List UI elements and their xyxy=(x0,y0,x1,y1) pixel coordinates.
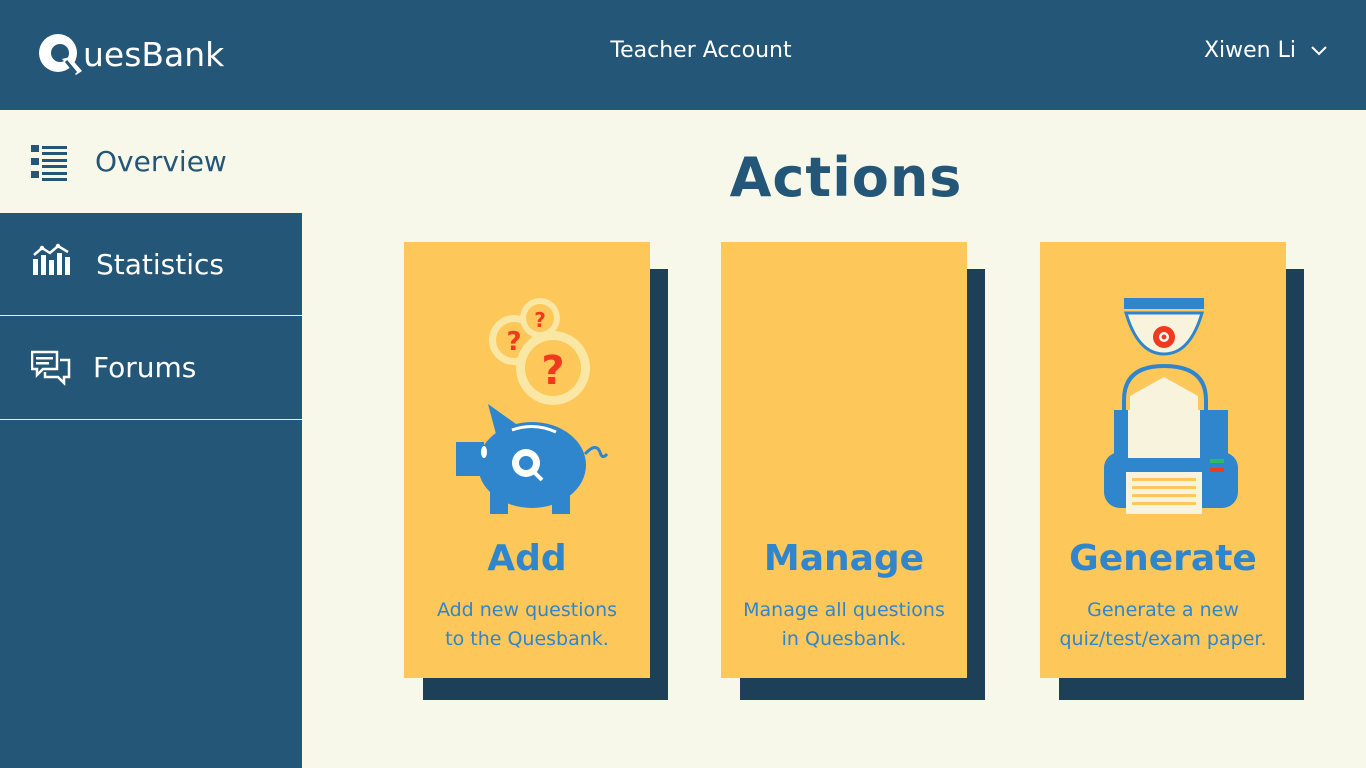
piggy-bank-icon: ? ? ? xyxy=(456,298,609,514)
sidebar-divider xyxy=(0,419,302,420)
list-icon xyxy=(31,145,67,181)
sidebar-item-label: Statistics xyxy=(96,248,224,281)
chat-icon xyxy=(31,350,71,386)
svg-text:?: ? xyxy=(506,327,521,357)
chart-icon xyxy=(33,243,70,275)
sidebar-item-label: Forums xyxy=(93,351,197,384)
manage-card-wrapper: Manage Manage all questions in Quesbank. xyxy=(721,242,985,700)
add-card-wrapper: ? ? ? Add Add new questions to the Quesb… xyxy=(404,242,668,700)
svg-text:?: ? xyxy=(541,348,564,394)
quesbank-logo[interactable]: uesBank xyxy=(36,28,224,80)
sidebar-item-overview[interactable]: Overview xyxy=(0,110,302,213)
svg-text:?: ? xyxy=(534,308,546,332)
sidebar-item-statistics[interactable]: Statistics xyxy=(0,213,302,316)
card-title: Manage xyxy=(763,538,925,579)
card-description: Add new questions to the Quesbank. xyxy=(436,599,618,650)
sidebar-item-forums[interactable]: Forums xyxy=(0,316,302,419)
logo-q-icon xyxy=(39,34,82,75)
account-type-label: Teacher Account xyxy=(610,38,792,63)
manage-card[interactable]: Manage Manage all questions in Quesbank. xyxy=(721,242,967,678)
sidebar: Overview Statistics Forums xyxy=(0,110,302,768)
generate-card[interactable]: Generate Generate a new quiz/test/exam p… xyxy=(1040,242,1286,678)
add-card[interactable]: ? ? ? Add Add new questions to the Quesb… xyxy=(404,242,650,678)
user-menu[interactable]: Xiwen Li xyxy=(1204,38,1328,63)
card-title: Generate xyxy=(1069,538,1257,579)
card-description: Manage all questions in Quesbank. xyxy=(743,599,945,650)
chevron-down-icon xyxy=(1311,45,1327,55)
page-title: Actions xyxy=(729,146,963,209)
card-title: Add xyxy=(487,538,567,579)
logo-text: uesBank xyxy=(83,34,225,74)
printer-icon xyxy=(1104,298,1238,514)
top-header: uesBank Teacher Account Xiwen Li xyxy=(0,0,1366,110)
generate-card-wrapper: Generate Generate a new quiz/test/exam p… xyxy=(1040,242,1304,700)
user-name: Xiwen Li xyxy=(1203,38,1296,63)
card-description: Generate a new quiz/test/exam paper. xyxy=(1059,599,1267,650)
sidebar-item-label: Overview xyxy=(95,145,227,178)
